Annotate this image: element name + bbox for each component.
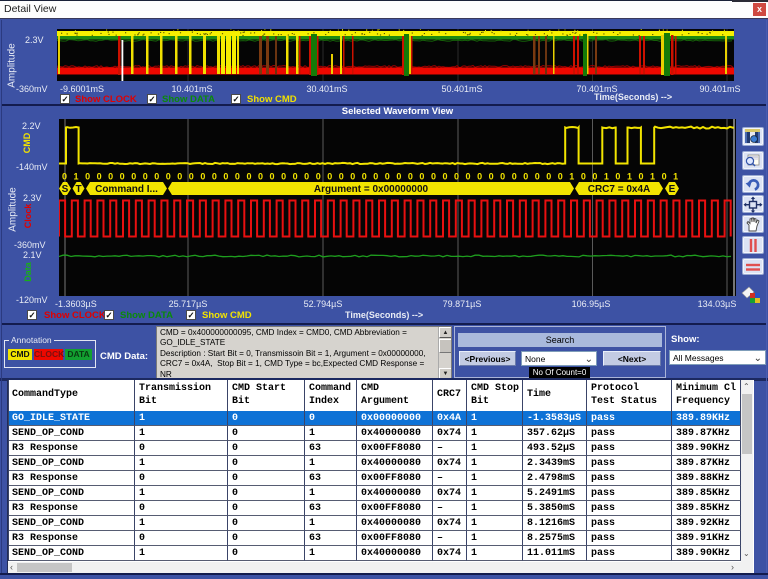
svg-text:0: 0 (131, 172, 136, 182)
svg-text:0: 0 (62, 172, 67, 182)
svg-text:0: 0 (177, 172, 182, 182)
svg-text:0: 0 (316, 172, 321, 182)
svg-text:T: T (75, 184, 81, 195)
svg-text:0: 0 (419, 172, 424, 182)
svg-text:CRC7 = 0x4A: CRC7 = 0x4A (588, 184, 651, 195)
svg-text:0: 0 (327, 172, 332, 182)
svg-text:0: 0 (108, 172, 113, 182)
svg-text:1: 1 (74, 172, 79, 182)
svg-text:Argument = 0x00000000: Argument = 0x00000000 (314, 184, 429, 195)
svg-text:0: 0 (362, 172, 367, 182)
svg-text:0: 0 (223, 172, 228, 182)
svg-text:0: 0 (512, 172, 517, 182)
svg-text:0: 0 (189, 172, 194, 182)
svg-text:0: 0 (293, 172, 298, 182)
svg-text:S: S (62, 184, 69, 195)
svg-text:0: 0 (592, 172, 597, 182)
svg-text:1: 1 (569, 172, 574, 182)
svg-text:0: 0 (662, 172, 667, 182)
svg-text:1: 1 (673, 172, 678, 182)
svg-text:0: 0 (396, 172, 401, 182)
svg-text:0: 0 (385, 172, 390, 182)
svg-text:0: 0 (212, 172, 217, 182)
svg-text:0: 0 (500, 172, 505, 182)
svg-text:0: 0 (120, 172, 125, 182)
svg-text:0: 0 (408, 172, 413, 182)
svg-text:0: 0 (546, 172, 551, 182)
svg-text:0: 0 (615, 172, 620, 182)
svg-text:0: 0 (235, 172, 240, 182)
svg-text:1: 1 (627, 172, 632, 182)
svg-text:0: 0 (97, 172, 102, 182)
svg-text:0: 0 (166, 172, 171, 182)
svg-text:0: 0 (281, 172, 286, 182)
svg-text:0: 0 (339, 172, 344, 182)
svg-text:0: 0 (443, 172, 448, 182)
svg-text:0: 0 (639, 172, 644, 182)
svg-text:1: 1 (604, 172, 609, 182)
svg-text:0: 0 (270, 172, 275, 182)
svg-text:0: 0 (431, 172, 436, 182)
svg-text:0: 0 (466, 172, 471, 182)
svg-text:0: 0 (258, 172, 263, 182)
svg-text:0: 0 (154, 172, 159, 182)
svg-text:E: E (669, 184, 676, 195)
svg-text:0: 0 (304, 172, 309, 182)
svg-text:0: 0 (247, 172, 252, 182)
svg-text:0: 0 (85, 172, 90, 182)
svg-text:0: 0 (523, 172, 528, 182)
svg-text:Command I...: Command I... (95, 184, 158, 195)
svg-text:0: 0 (373, 172, 378, 182)
svg-text:0: 0 (350, 172, 355, 182)
svg-text:0: 0 (200, 172, 205, 182)
svg-text:0: 0 (454, 172, 459, 182)
svg-text:0: 0 (535, 172, 540, 182)
svg-text:1: 1 (650, 172, 655, 182)
svg-text:0: 0 (581, 172, 586, 182)
svg-text:0: 0 (558, 172, 563, 182)
svg-text:0: 0 (477, 172, 482, 182)
svg-text:0: 0 (143, 172, 148, 182)
svg-text:0: 0 (489, 172, 494, 182)
